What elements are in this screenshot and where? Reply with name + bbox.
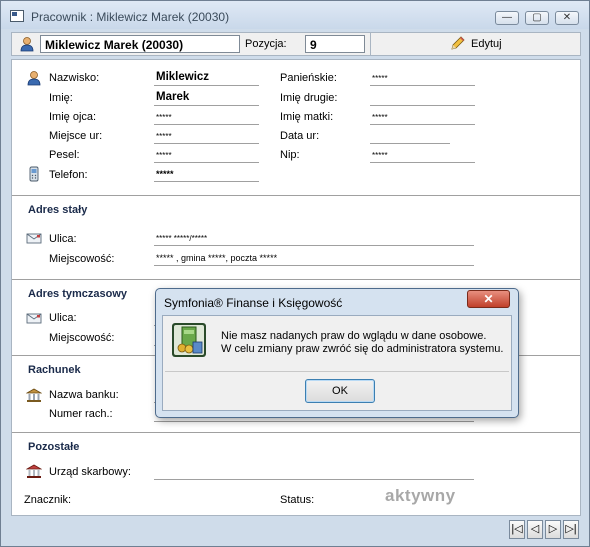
ok-button[interactable]: OK [305,379,375,403]
telefon-label: Telefon: [49,169,88,181]
phone-icon [29,166,39,182]
imie-drugie-field[interactable] [370,88,475,106]
previous-record-button[interactable]: ◁ [527,520,543,539]
bank-icon [26,388,42,402]
adres-staly-title: Adres stały [28,204,88,216]
adres-staly-ulica-label: Ulica: [49,233,77,245]
toolbar-divider [370,33,371,55]
window-app-icon [10,10,24,22]
adres-staly-miejscowosc-field[interactable]: ***** , gmina *****, poczta ***** [154,248,474,266]
last-record-button[interactable]: ▷| [563,520,579,539]
record-navigation: |◁ ◁ ▷ ▷| [11,517,581,543]
section-divider [12,195,580,197]
first-record-button[interactable]: |◁ [509,520,525,539]
dialog-message-line2: W celu zmiany praw zwróć się do administ… [221,343,504,355]
miejsce-ur-field[interactable]: ***** [154,126,259,144]
panienskie-field[interactable]: ***** [370,68,475,86]
imie-matki-label: Imię matki: [280,111,334,123]
person-icon [27,71,41,86]
imie-matki-field[interactable]: ***** [370,107,475,125]
envelope-icon [26,313,42,324]
symfonia-app-icon [172,323,206,357]
miejsce-ur-label: Miejsce ur: [49,130,103,142]
dialog-body: Nie masz nadanych praw do wglądu w dane … [162,315,512,411]
adres-staly-ulica-field[interactable]: ***** *****/***** [154,228,474,246]
status-value: aktywny [385,486,456,505]
tax-office-icon [26,464,42,478]
employee-name-field[interactable]: Miklewicz Marek (20030) [40,35,240,53]
minimize-button[interactable]: — [495,11,519,25]
data-ur-label: Data ur: [280,130,320,142]
adres-staly-miejscowosc-label: Miejscowość: [49,253,115,265]
envelope-icon [26,233,42,244]
next-record-button[interactable]: ▷ [545,520,561,539]
pesel-label: Pesel: [49,149,80,161]
window-title: Pracownik : Miklewicz Marek (20030) [31,10,230,24]
data-ur-field[interactable] [370,126,450,144]
section-divider [12,279,580,281]
close-button[interactable]: ✕ [555,11,579,25]
pencil-icon [451,36,465,50]
person-icon [20,37,34,52]
access-denied-dialog: Symfonia® Finanse i Księgowość ✕ Nie mas… [155,288,519,418]
urzad-skarbowy-label: Urząd skarbowy: [49,466,131,478]
rachunek-title: Rachunek [28,364,81,376]
telefon-field[interactable]: ***** [154,164,259,182]
employee-toolbar: Miklewicz Marek (20030) Pozycja: 9 Edytu… [11,32,581,56]
pozostale-title: Pozostałe [28,441,80,453]
adres-tymczasowy-ulica-label: Ulica: [49,312,77,324]
panienskie-label: Panieńskie: [280,72,337,84]
employee-window: Pracownik : Miklewicz Marek (20030) — ▢ … [0,0,590,547]
maximize-button[interactable]: ▢ [525,11,549,25]
imie-label: Imię: [49,92,73,104]
imie-drugie-label: Imię drugie: [280,92,338,104]
dialog-divider [165,371,509,372]
znacznik-label: Znacznik: [24,494,72,506]
nip-field[interactable]: ***** [370,145,475,163]
numer-rach-label: Numer rach.: [49,408,113,420]
nazwisko-field[interactable]: Miklewicz [154,68,259,86]
pesel-field[interactable]: ***** [154,145,259,163]
nazwa-banku-label: Nazwa banku: [49,389,119,401]
dialog-title: Symfonia® Finanse i Księgowość [164,296,343,310]
imie-ojca-field[interactable]: ***** [154,107,259,125]
imie-field[interactable]: Marek [154,88,259,106]
nazwisko-label: Nazwisko: [49,72,100,84]
nip-label: Nip: [280,149,300,161]
dialog-message-line1: Nie masz nadanych praw do wglądu w dane … [221,330,487,342]
edit-button-label: Edytuj [471,38,502,50]
adres-tymczasowy-miejscowosc-label: Miejscowość: [49,332,115,344]
edit-button[interactable]: Edytuj [439,35,519,53]
position-field[interactable]: 9 [305,35,365,53]
section-divider [12,432,580,434]
adres-tymczasowy-title: Adres tymczasowy [28,288,128,300]
imie-ojca-label: Imię ojca: [49,111,97,123]
status-label: Status: [280,494,315,506]
dialog-close-button[interactable]: ✕ [467,290,510,308]
title-bar[interactable]: Pracownik : Miklewicz Marek (20030) — ▢ … [1,1,589,29]
urzad-skarbowy-field[interactable] [154,462,474,480]
position-label: Pozycja: [245,38,287,50]
